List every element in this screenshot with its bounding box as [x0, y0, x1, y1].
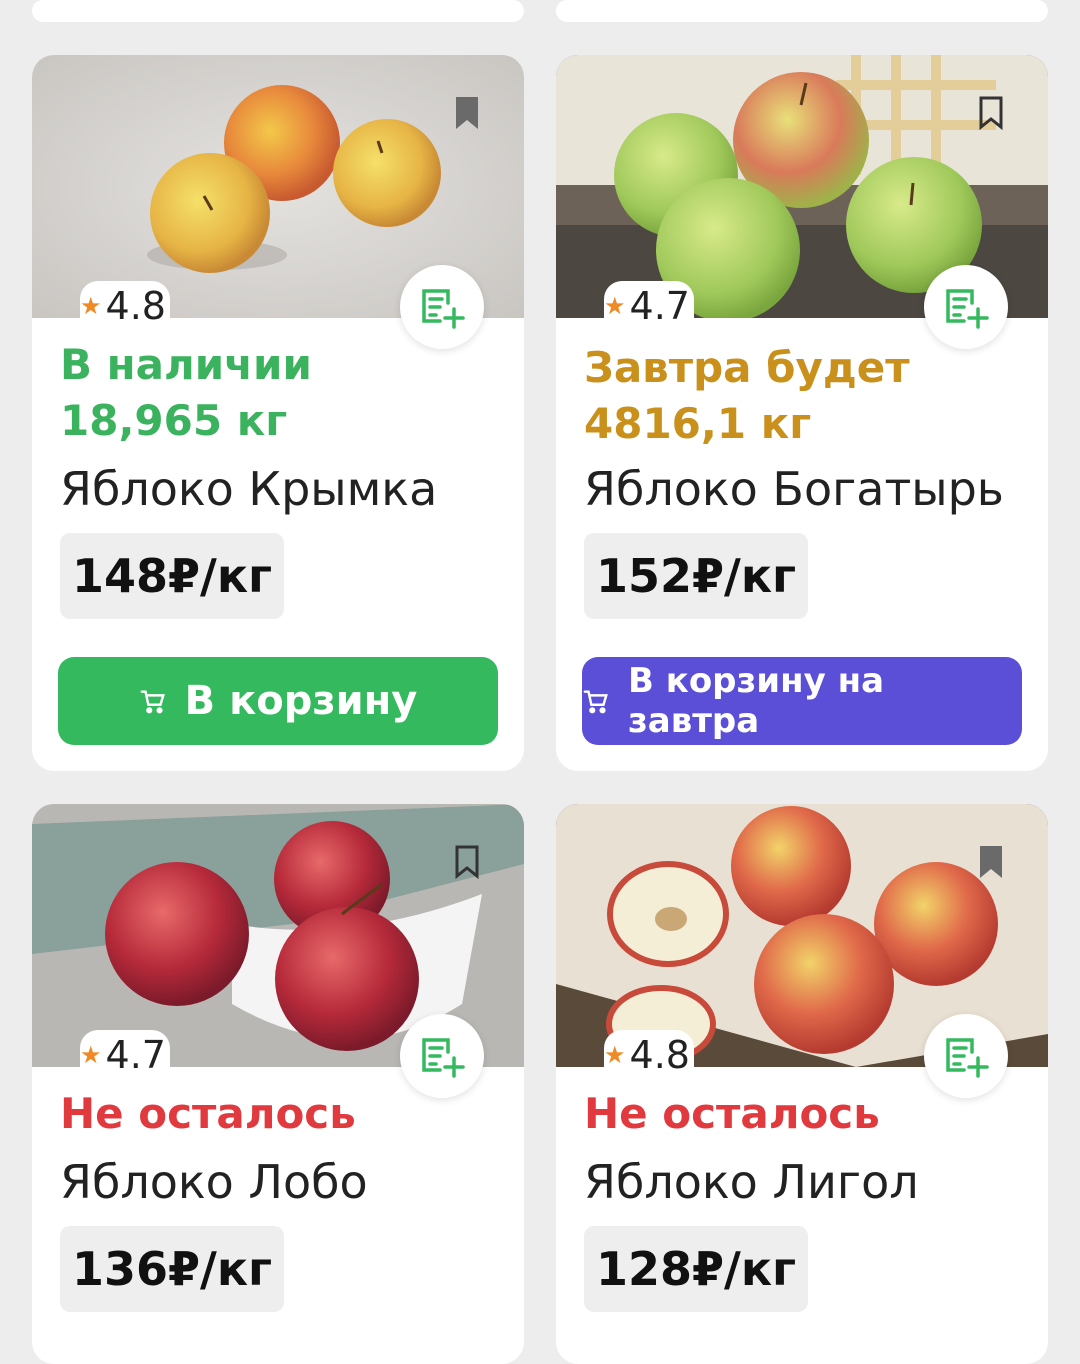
rating-badge: ★ 4.7 [80, 1030, 170, 1080]
bookmark-icon[interactable] [978, 95, 1004, 131]
product-card[interactable]: ★ 4.7 Завтра будет 4816,1 кг Яблоко Бога… [556, 55, 1048, 771]
cart-icon [582, 687, 610, 715]
product-card-partial [556, 0, 1048, 22]
product-card[interactable]: ★ 4.7 Не осталось Яблоко Лобо 136₽/кг [32, 804, 524, 1364]
product-name[interactable]: Яблоко Крымка [60, 461, 437, 517]
add-to-cart-label: В корзину на завтра [628, 661, 885, 741]
rating-value: 4.7 [629, 284, 690, 328]
bookmark-icon[interactable] [454, 95, 480, 131]
availability-status: Не осталось [60, 1089, 356, 1138]
product-card[interactable]: ★ 4.8 Не осталось Яблоко Лигол 128₽/кг [556, 804, 1048, 1364]
product-name[interactable]: Яблоко Лобо [60, 1154, 368, 1210]
product-price: 148₽/кг [60, 533, 285, 619]
cart-icon [139, 687, 167, 715]
rating-badge: ★ 4.8 [604, 1030, 694, 1080]
star-icon: ★ [604, 1041, 626, 1069]
star-icon: ★ [604, 292, 626, 320]
rating-value: 4.8 [105, 284, 166, 328]
product-price: 152₽/кг [584, 533, 809, 619]
rating-value: 4.7 [105, 1033, 166, 1077]
add-to-cart-tomorrow-button[interactable]: В корзину на завтра [582, 657, 1022, 745]
product-card[interactable]: ★ 4.8 В наличии 18,965 кг Яблоко Крымка … [32, 55, 524, 771]
availability-status: В наличии 18,965 кг [60, 340, 312, 445]
list-add-icon[interactable] [924, 265, 1008, 349]
star-icon: ★ [80, 292, 102, 320]
product-card-partial [32, 0, 524, 22]
product-name[interactable]: Яблоко Лигол [584, 1154, 919, 1210]
add-to-cart-button[interactable]: В корзину [58, 657, 498, 745]
add-to-cart-label: В корзину [184, 678, 418, 724]
product-name[interactable]: Яблоко Богатырь [584, 461, 1004, 517]
rating-badge: ★ 4.8 [80, 281, 170, 331]
rating-value: 4.8 [629, 1033, 690, 1077]
bookmark-icon[interactable] [978, 844, 1004, 880]
bookmark-icon[interactable] [454, 844, 480, 880]
rating-badge: ★ 4.7 [604, 281, 694, 331]
product-price: 136₽/кг [60, 1226, 285, 1312]
star-icon: ★ [80, 1041, 102, 1069]
availability-status: Не осталось [584, 1089, 880, 1138]
availability-status: Завтра будет 4816,1 кг [584, 343, 910, 448]
product-price: 128₽/кг [584, 1226, 809, 1312]
